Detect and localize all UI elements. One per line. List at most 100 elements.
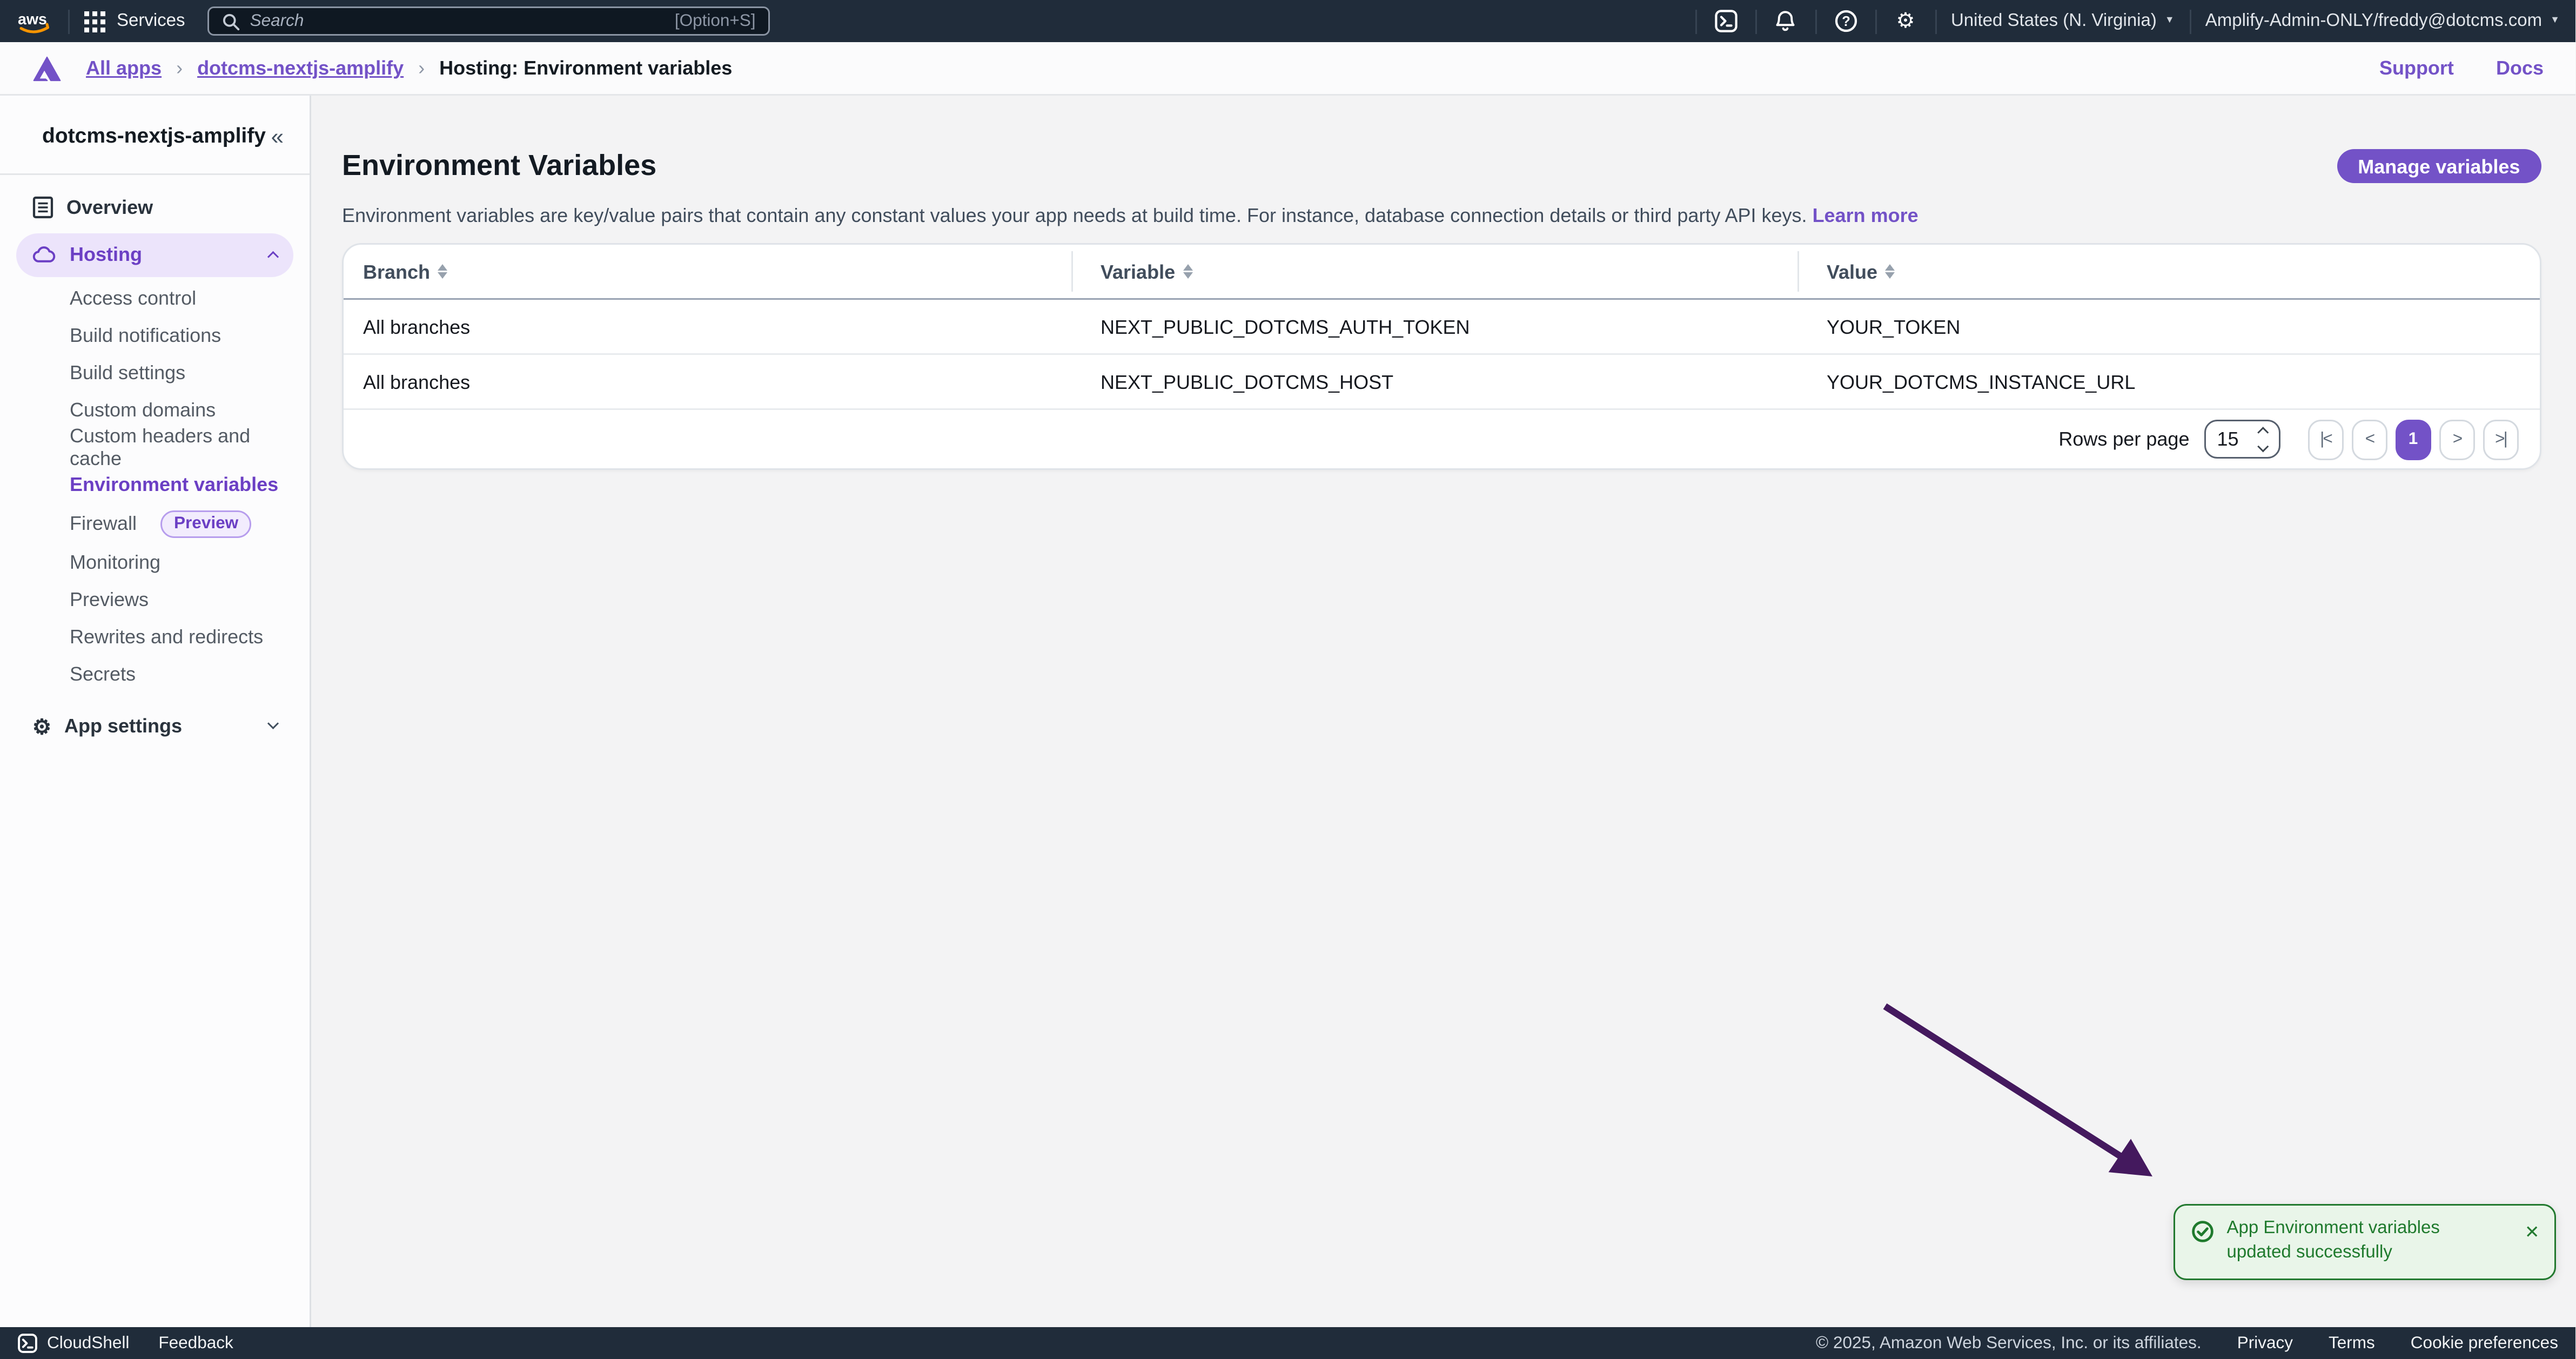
cloudshell-button[interactable]: CloudShell xyxy=(18,1334,129,1353)
aws-amplify-console: aws Services [Option+S] xyxy=(0,0,2576,1359)
sidebar-app-name: dotcms-nextjs-amplify xyxy=(42,124,266,148)
account-menu[interactable]: Amplify-Admin-ONLY/freddy@dotcms.com ▼ xyxy=(2205,12,2560,31)
divider xyxy=(68,9,70,33)
amplify-logo[interactable] xyxy=(32,55,62,82)
aws-logo[interactable]: aws xyxy=(16,9,53,33)
toast-message: App Environment variables updated succes… xyxy=(2226,1217,2511,1265)
column-header-branch[interactable]: Branch xyxy=(344,245,1071,299)
search-shortcut: [Option+S] xyxy=(675,12,756,31)
terms-link[interactable]: Terms xyxy=(2329,1334,2375,1353)
sidebar-item-hosting[interactable]: Hosting xyxy=(16,233,293,277)
copyright-text: © 2025, Amazon Web Services, Inc. or its… xyxy=(1816,1334,2202,1353)
chevron-right-icon: › xyxy=(418,57,425,79)
learn-more-link[interactable]: Learn more xyxy=(1813,205,1918,227)
page-title: Environment Variables xyxy=(342,149,656,183)
table-header: Branch Variable Value xyxy=(344,245,2539,300)
privacy-link[interactable]: Privacy xyxy=(2237,1334,2293,1353)
page-1-button[interactable]: 1 xyxy=(2395,419,2431,460)
feedback-button[interactable]: Feedback xyxy=(158,1334,233,1353)
divider xyxy=(1695,9,1696,33)
sidebar-item-monitoring[interactable]: Monitoring xyxy=(16,544,293,581)
document-icon xyxy=(32,197,53,219)
pagination-bar: Rows per page 15 |< < 1 > >| xyxy=(344,411,2539,469)
grid-icon xyxy=(84,11,105,32)
sidebar-item-overview[interactable]: Overview xyxy=(16,186,293,230)
cloudshell-icon[interactable] xyxy=(1711,10,1740,33)
table-row: All branches NEXT_PUBLIC_DOTCMS_AUTH_TOK… xyxy=(344,300,2539,355)
divider xyxy=(1755,9,1756,33)
gear-icon: ⚙ xyxy=(32,716,51,737)
column-header-variable[interactable]: Variable xyxy=(1071,245,1797,299)
search-input[interactable] xyxy=(250,12,665,31)
sidebar-item-previews[interactable]: Previews xyxy=(16,581,293,618)
sidebar-item-firewall[interactable]: Firewall Preview xyxy=(16,503,293,544)
sidebar-item-secrets[interactable]: Secrets xyxy=(16,656,293,693)
next-page-button[interactable]: > xyxy=(2439,419,2474,460)
account-label: Amplify-Admin-ONLY/freddy@dotcms.com xyxy=(2205,12,2542,31)
divider xyxy=(1875,9,1876,33)
rows-per-page-label: Rows per page xyxy=(2058,428,2189,451)
search-icon xyxy=(223,12,240,30)
sidebar-item-environment-variables[interactable]: Environment variables xyxy=(16,466,293,503)
success-check-icon xyxy=(2191,1220,2213,1243)
stepper-icon xyxy=(2260,430,2268,449)
env-variables-table: Branch Variable Value All branches NEXT_… xyxy=(342,244,2541,470)
cell-variable: NEXT_PUBLIC_DOTCMS_AUTH_TOKEN xyxy=(1071,315,1797,338)
divider xyxy=(1815,9,1816,33)
sort-icon xyxy=(438,265,448,279)
cloud-icon xyxy=(32,246,57,264)
cell-value: YOUR_TOKEN xyxy=(1797,315,2539,338)
page-size-select[interactable]: 15 xyxy=(2204,420,2280,459)
collapse-sidebar-icon[interactable]: « xyxy=(271,123,284,149)
svg-text:?: ? xyxy=(1841,15,1850,30)
chevron-right-icon: › xyxy=(176,57,183,79)
aws-top-bar: aws Services [Option+S] xyxy=(0,0,2576,43)
caret-down-icon: ▼ xyxy=(2165,17,2175,26)
sidebar-item-build-notifications[interactable]: Build notifications xyxy=(16,317,293,354)
sidebar-item-rewrites-and-redirects[interactable]: Rewrites and redirects xyxy=(16,618,293,656)
region-label: United States (N. Virginia) xyxy=(1951,12,2157,31)
manage-variables-button[interactable]: Manage variables xyxy=(2337,149,2541,184)
page-size-value: 15 xyxy=(2217,428,2238,451)
docs-link[interactable]: Docs xyxy=(2496,57,2544,79)
sidebar-item-custom-domains[interactable]: Custom domains xyxy=(16,392,293,429)
sidebar-item-app-settings[interactable]: ⚙ App settings xyxy=(16,704,293,748)
first-page-button[interactable]: |< xyxy=(2307,419,2343,460)
region-selector[interactable]: United States (N. Virginia) ▼ xyxy=(1951,12,2175,31)
success-toast: App Environment variables updated succes… xyxy=(2173,1204,2555,1280)
column-header-value[interactable]: Value xyxy=(1797,245,2539,299)
breadcrumb-app[interactable]: dotcms-nextjs-amplify xyxy=(197,57,404,79)
sidebar-item-custom-headers-and-cache[interactable]: Custom headers and cache xyxy=(16,429,293,466)
sidebar-item-access-control[interactable]: Access control xyxy=(16,280,293,317)
last-page-button[interactable]: >| xyxy=(2483,419,2518,460)
sidebar: dotcms-nextjs-amplify « Overview xyxy=(0,95,311,1327)
cell-branch: All branches xyxy=(344,315,1071,338)
page-description: Environment variables are key/value pair… xyxy=(342,205,2541,227)
divider xyxy=(1935,9,1936,33)
console-footer: CloudShell Feedback © 2025, Amazon Web S… xyxy=(0,1327,2576,1359)
notifications-bell-icon[interactable] xyxy=(1771,10,1800,33)
support-link[interactable]: Support xyxy=(2379,57,2454,79)
svg-text:aws: aws xyxy=(18,10,47,28)
global-search[interactable]: [Option+S] xyxy=(208,7,770,36)
close-icon[interactable]: ✕ xyxy=(2525,1222,2540,1246)
breadcrumb-all-apps[interactable]: All apps xyxy=(86,57,162,79)
breadcrumb-current: Hosting: Environment variables xyxy=(439,57,732,79)
cookie-preferences-link[interactable]: Cookie preferences xyxy=(2411,1334,2558,1353)
settings-gear-icon[interactable]: ⚙ xyxy=(1891,9,1920,35)
cell-value: YOUR_DOTCMS_INSTANCE_URL xyxy=(1797,371,2539,393)
preview-badge: Preview xyxy=(161,510,251,537)
sidebar-item-build-settings[interactable]: Build settings xyxy=(16,354,293,392)
chevron-down-icon xyxy=(267,718,279,730)
sort-icon xyxy=(1886,265,1895,279)
services-menu[interactable]: Services xyxy=(84,11,185,32)
table-row: All branches NEXT_PUBLIC_DOTCMS_HOST YOU… xyxy=(344,355,2539,411)
help-icon[interactable]: ? xyxy=(1831,10,1860,33)
previous-page-button[interactable]: < xyxy=(2351,419,2387,460)
cloudshell-icon xyxy=(18,1334,37,1353)
main-content: Environment Variables Manage variables E… xyxy=(311,95,2576,1327)
chevron-up-icon xyxy=(267,252,279,263)
caret-down-icon: ▼ xyxy=(2550,17,2560,26)
divider xyxy=(2189,9,2191,33)
cell-variable: NEXT_PUBLIC_DOTCMS_HOST xyxy=(1071,371,1797,393)
